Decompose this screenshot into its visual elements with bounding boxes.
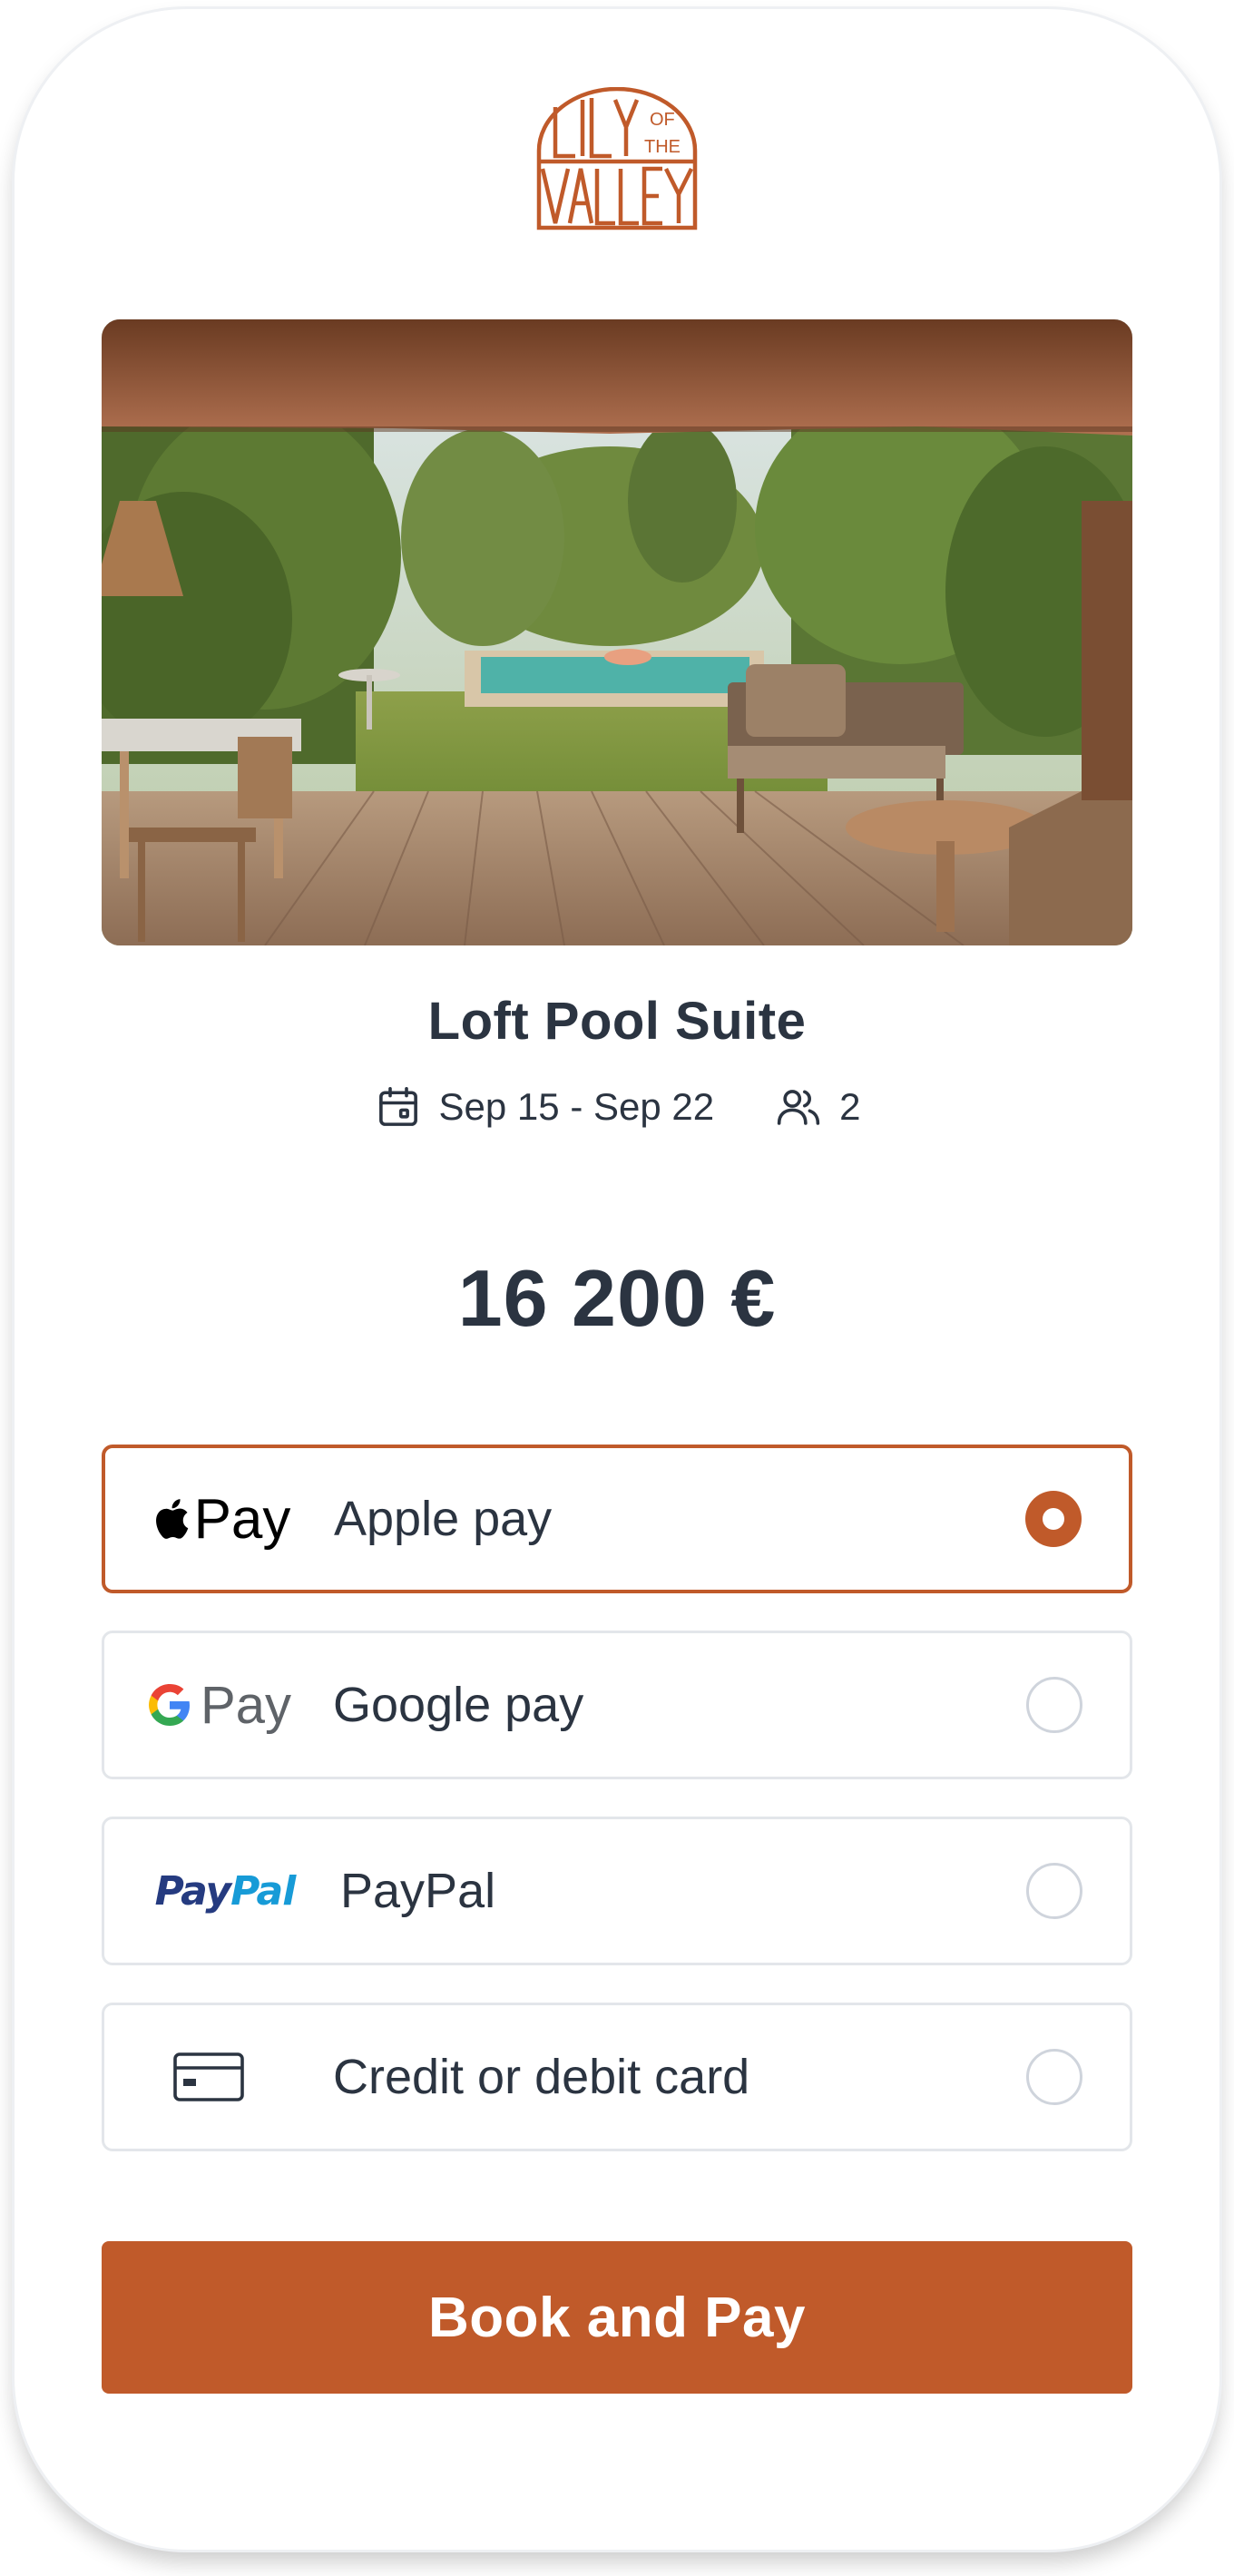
paypal-logo-part1: Pay <box>154 1867 231 1915</box>
guest-count: 2 <box>839 1085 861 1128</box>
google-pay-logo-text: Pay <box>201 1675 291 1735</box>
apple-pay-logo: Pay <box>105 1448 314 1590</box>
svg-text:THE: THE <box>644 137 681 157</box>
booking-dates: Sep 15 - Sep 22 <box>438 1085 715 1128</box>
radio-google-pay[interactable] <box>1026 1677 1082 1733</box>
credit-card-icon <box>173 2052 244 2101</box>
total-price: 16 200 € <box>457 1253 777 1343</box>
payment-option-apple-pay[interactable]: Pay Apple pay <box>102 1445 1132 1593</box>
room-title: Loft Pool Suite <box>427 992 807 1051</box>
apple-icon <box>155 1499 188 1539</box>
payment-label: Google pay <box>333 1678 584 1732</box>
payment-option-paypal[interactable]: PayPal PayPal <box>102 1817 1132 1965</box>
calendar-icon <box>374 1082 423 1131</box>
payment-option-google-pay[interactable]: Pay Google pay <box>102 1631 1132 1779</box>
users-icon <box>774 1082 823 1131</box>
credit-card-logo <box>104 2005 313 2149</box>
radio-card[interactable] <box>1026 2049 1082 2105</box>
payment-label: PayPal <box>340 1864 496 1918</box>
paypal-logo-part2: Pal <box>230 1867 296 1915</box>
google-pay-logo: Pay <box>104 1633 313 1777</box>
radio-paypal[interactable] <box>1026 1863 1082 1919</box>
paypal-logo: PayPal <box>104 1819 313 1963</box>
phone-frame: OF THE Loft Pool Suite Sep 15 - Sep 22 2… <box>15 9 1219 2550</box>
payment-label: Credit or debit card <box>333 2050 750 2104</box>
booking-meta: Sep 15 - Sep 22 2 <box>102 1080 1132 1134</box>
google-g-icon <box>149 1684 191 1726</box>
room-photo <box>102 319 1132 945</box>
apple-pay-logo-text: Pay <box>193 1487 291 1551</box>
payment-option-card[interactable]: Credit or debit card <box>102 2003 1132 2151</box>
svg-text:OF: OF <box>650 110 675 130</box>
book-and-pay-button[interactable]: Book and Pay <box>102 2241 1132 2394</box>
brand-logo: OF THE <box>532 87 702 232</box>
radio-apple-pay[interactable] <box>1025 1491 1082 1547</box>
payment-label: Apple pay <box>334 1492 553 1546</box>
